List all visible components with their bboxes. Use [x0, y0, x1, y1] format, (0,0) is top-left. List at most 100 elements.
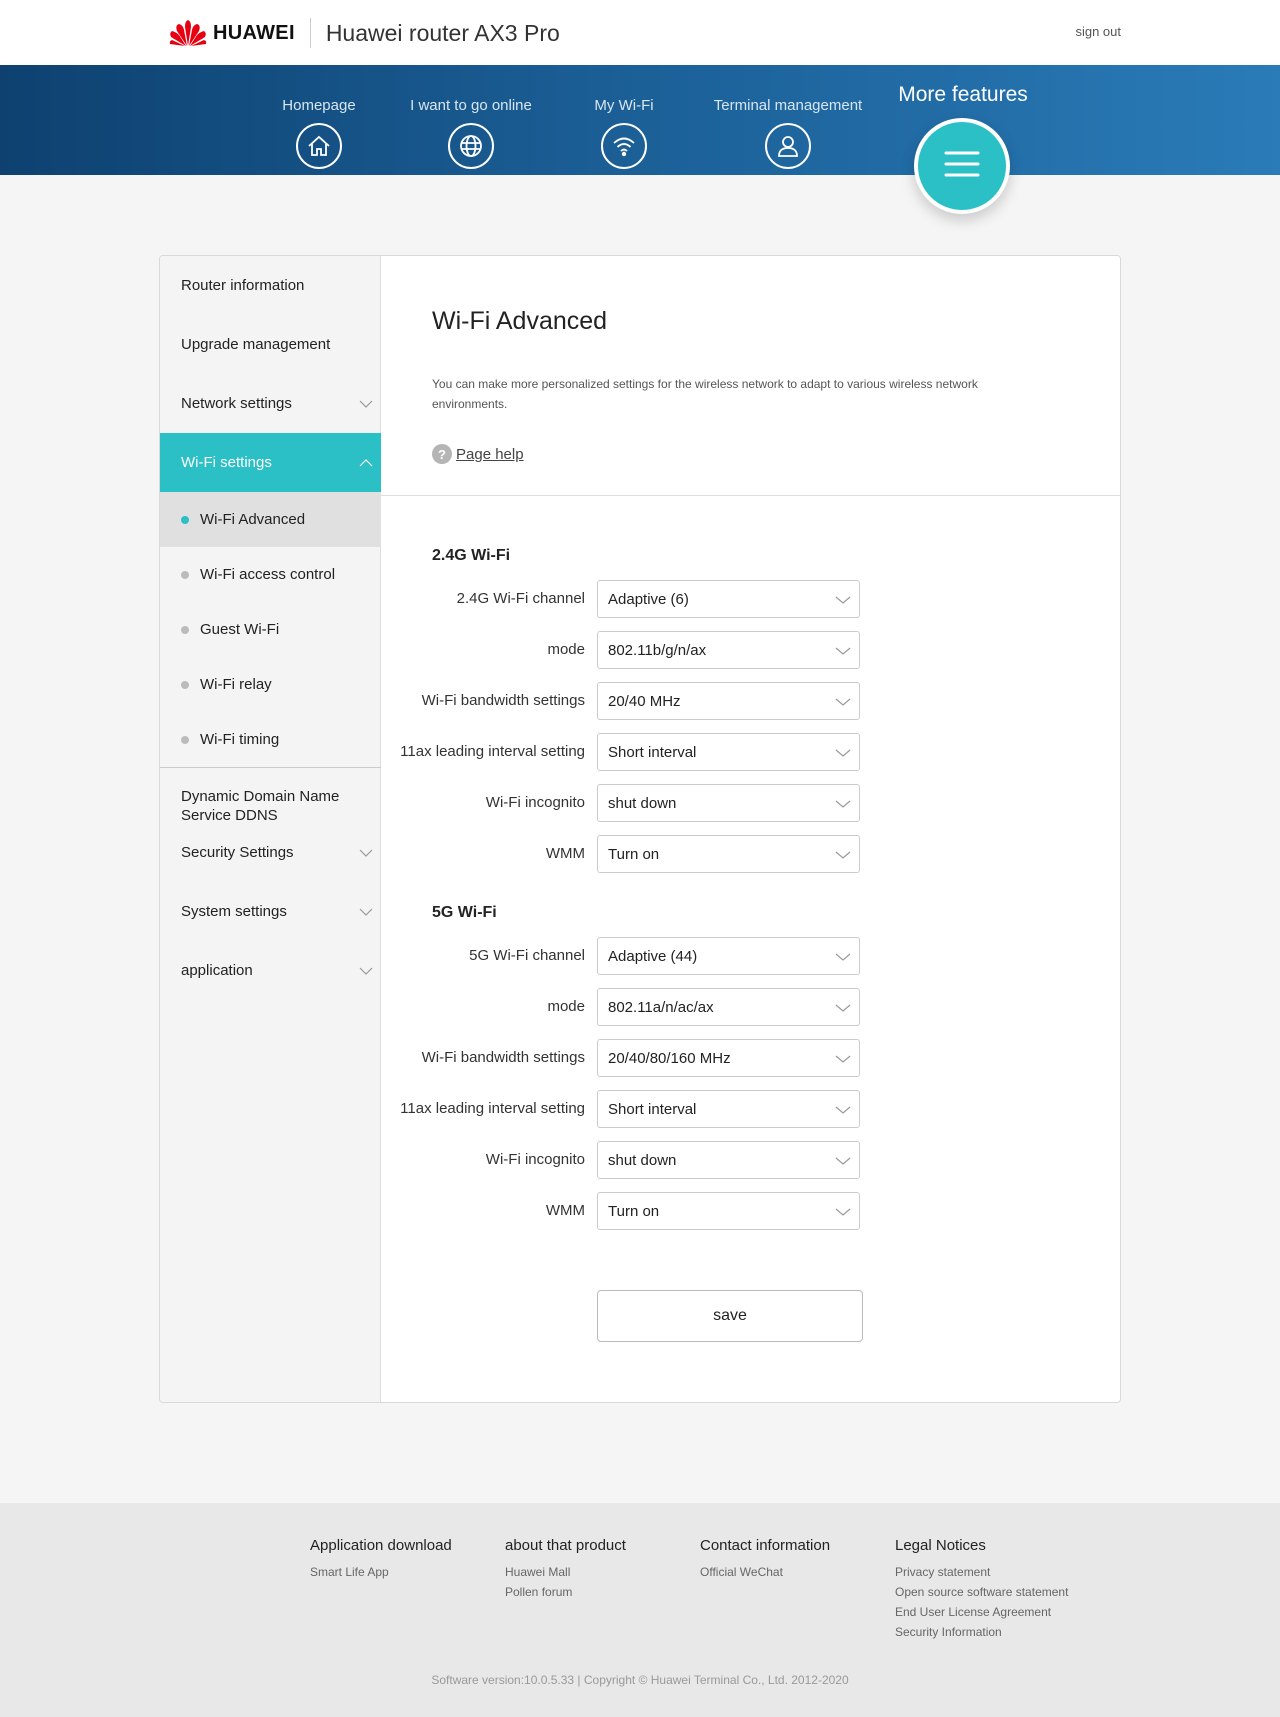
footer-link[interactable]: Privacy statement: [895, 1562, 1068, 1582]
sign-out-link[interactable]: sign out: [1075, 24, 1121, 39]
sidebar-item-router-information[interactable]: Router information: [160, 256, 381, 315]
chevron-down-icon: [835, 593, 851, 605]
select-5g-channel[interactable]: Adaptive (44): [597, 937, 860, 975]
select-24g-channel[interactable]: Adaptive (6): [597, 580, 860, 618]
footer-link[interactable]: Open source software statement: [895, 1582, 1068, 1602]
select-value: shut down: [608, 1151, 677, 1169]
chevron-down-icon: [835, 1052, 851, 1064]
sidebar-subitem-wifi-access-control[interactable]: Wi-Fi access control: [160, 547, 381, 602]
sidebar-item-label: application: [181, 962, 253, 979]
footer-link[interactable]: Pollen forum: [505, 1582, 626, 1602]
section-title-24g: 2.4G Wi-Fi: [432, 547, 511, 564]
footer-link[interactable]: Huawei Mall: [505, 1562, 626, 1582]
nav-go-online-label: I want to go online: [410, 97, 532, 114]
brand-separator: [309, 18, 311, 48]
select-value: 802.11a/n/ac/ax: [608, 998, 714, 1016]
select-24g-incognito[interactable]: shut down: [597, 784, 860, 822]
question-icon: ?: [432, 444, 452, 464]
sidebar-item-application[interactable]: application: [160, 941, 381, 1000]
footer-link[interactable]: End User License Agreement: [895, 1602, 1068, 1622]
footer-col-app-download: Application download Smart Life App: [310, 1537, 452, 1582]
huawei-logo-icon: [169, 19, 207, 47]
chevron-down-icon: [359, 846, 373, 860]
footer-link[interactable]: Smart Life App: [310, 1562, 452, 1582]
label-24g-bandwidth: Wi-Fi bandwidth settings: [421, 692, 585, 709]
sidebar-subitem-label: Wi-Fi relay: [200, 676, 272, 693]
footer-link[interactable]: Official WeChat: [700, 1562, 830, 1582]
page-help-link[interactable]: ? Page help: [432, 444, 524, 464]
sidebar-item-wifi-settings[interactable]: Wi-Fi settings: [160, 433, 381, 492]
chevron-down-icon: [359, 964, 373, 978]
sidebar-item-security-settings[interactable]: Security Settings: [160, 823, 381, 882]
select-value: shut down: [608, 794, 677, 812]
footer-heading: Application download: [310, 1537, 452, 1554]
select-24g-guard-interval[interactable]: Short interval: [597, 733, 860, 771]
sidebar-subitem-wifi-advanced[interactable]: Wi-Fi Advanced: [160, 492, 381, 547]
home-icon: [296, 123, 342, 169]
select-5g-guard-interval[interactable]: Short interval: [597, 1090, 860, 1128]
sidebar-item-network-settings[interactable]: Network settings: [160, 374, 381, 433]
footer-link[interactable]: Security Information: [895, 1622, 1068, 1642]
chevron-down-icon: [835, 644, 851, 656]
label-24g-channel: 2.4G Wi-Fi channel: [456, 590, 585, 607]
sidebar-divider: [160, 767, 381, 768]
label-24g-guard-interval: 11ax leading interval setting: [400, 743, 585, 760]
globe-icon: [448, 123, 494, 169]
label-24g-wmm: WMM: [545, 845, 585, 862]
select-24g-bandwidth[interactable]: 20/40 MHz: [597, 682, 860, 720]
sidebar-item-upgrade-management[interactable]: Upgrade management: [160, 315, 381, 374]
sidebar-item-ddns[interactable]: Dynamic Domain Name Service DDNS: [181, 787, 371, 825]
label-5g-mode: mode: [547, 998, 585, 1015]
footer-heading: about that product: [505, 1537, 626, 1554]
nav-more-features[interactable]: More features: [888, 83, 1038, 107]
bullet-dot: [181, 680, 189, 689]
select-value: 20/40/80/160 MHz: [608, 1049, 731, 1067]
user-icon: [765, 123, 811, 169]
select-24g-mode[interactable]: 802.11b/g/n/ax: [597, 631, 860, 669]
select-value: Short interval: [608, 743, 697, 761]
bullet-dot: [181, 515, 189, 524]
select-5g-bandwidth[interactable]: 20/40/80/160 MHz: [597, 1039, 860, 1077]
select-5g-mode[interactable]: 802.11a/n/ac/ax: [597, 988, 860, 1026]
chevron-down-icon: [835, 797, 851, 809]
brand: HUAWEI Huawei router AX3 Pro: [169, 16, 560, 50]
more-features-button[interactable]: [914, 118, 1010, 214]
sidebar-subitem-label: Guest Wi-Fi: [200, 621, 280, 638]
save-button[interactable]: save: [597, 1290, 863, 1342]
select-value: 802.11b/g/n/ax: [608, 641, 707, 659]
sidebar-subitem-label: Wi-Fi access control: [200, 566, 336, 583]
copyright: Software version:10.0.5.33 | Copyright ©…: [431, 1673, 849, 1687]
sidebar: Router information Upgrade management Ne…: [160, 256, 381, 1402]
page-title: Wi-Fi Advanced: [432, 307, 608, 335]
chevron-down-icon: [835, 746, 851, 758]
bullet-dot: [181, 735, 189, 744]
main-nav: Homepage I want to go online My Wi-Fi Te…: [0, 65, 1280, 175]
wifi-icon: [601, 123, 647, 169]
section-title-5g: 5G Wi-Fi: [432, 904, 497, 921]
select-24g-wmm[interactable]: Turn on: [597, 835, 860, 873]
top-bar: HUAWEI Huawei router AX3 Pro sign out: [0, 0, 1280, 65]
label-5g-wmm: WMM: [545, 1202, 585, 1219]
select-value: Adaptive (6): [608, 590, 689, 608]
select-value: Turn on: [608, 1202, 660, 1220]
sidebar-item-label: Security Settings: [181, 844, 294, 861]
settings-card: Router information Upgrade management Ne…: [159, 255, 1121, 1403]
footer-heading: Legal Notices: [895, 1537, 986, 1554]
label-5g-guard-interval: 11ax leading interval setting: [400, 1100, 585, 1117]
chevron-down-icon: [835, 848, 851, 860]
footer: Application download Smart Life App abou…: [0, 1503, 1280, 1717]
sidebar-subitem-label: Wi-Fi timing: [200, 731, 280, 748]
select-5g-wmm[interactable]: Turn on: [597, 1192, 860, 1230]
sidebar-subitem-wifi-timing[interactable]: Wi-Fi timing: [160, 712, 381, 767]
sidebar-subitem-wifi-relay[interactable]: Wi-Fi relay: [160, 657, 381, 712]
content-panel: Wi-Fi Advanced You can make more persona…: [381, 256, 1120, 1402]
label-5g-channel: 5G Wi-Fi channel: [469, 947, 585, 964]
nav-more-label: More features: [898, 83, 1028, 106]
sidebar-item-system-settings[interactable]: System settings: [160, 882, 381, 941]
label-24g-mode: mode: [547, 641, 585, 658]
footer-col-contact: Contact information Official WeChat: [700, 1537, 830, 1582]
select-5g-incognito[interactable]: shut down: [597, 1141, 860, 1179]
chevron-down-icon: [359, 905, 373, 919]
label-5g-incognito: Wi-Fi incognito: [485, 1151, 585, 1168]
sidebar-subitem-guest-wifi[interactable]: Guest Wi-Fi: [160, 602, 381, 657]
